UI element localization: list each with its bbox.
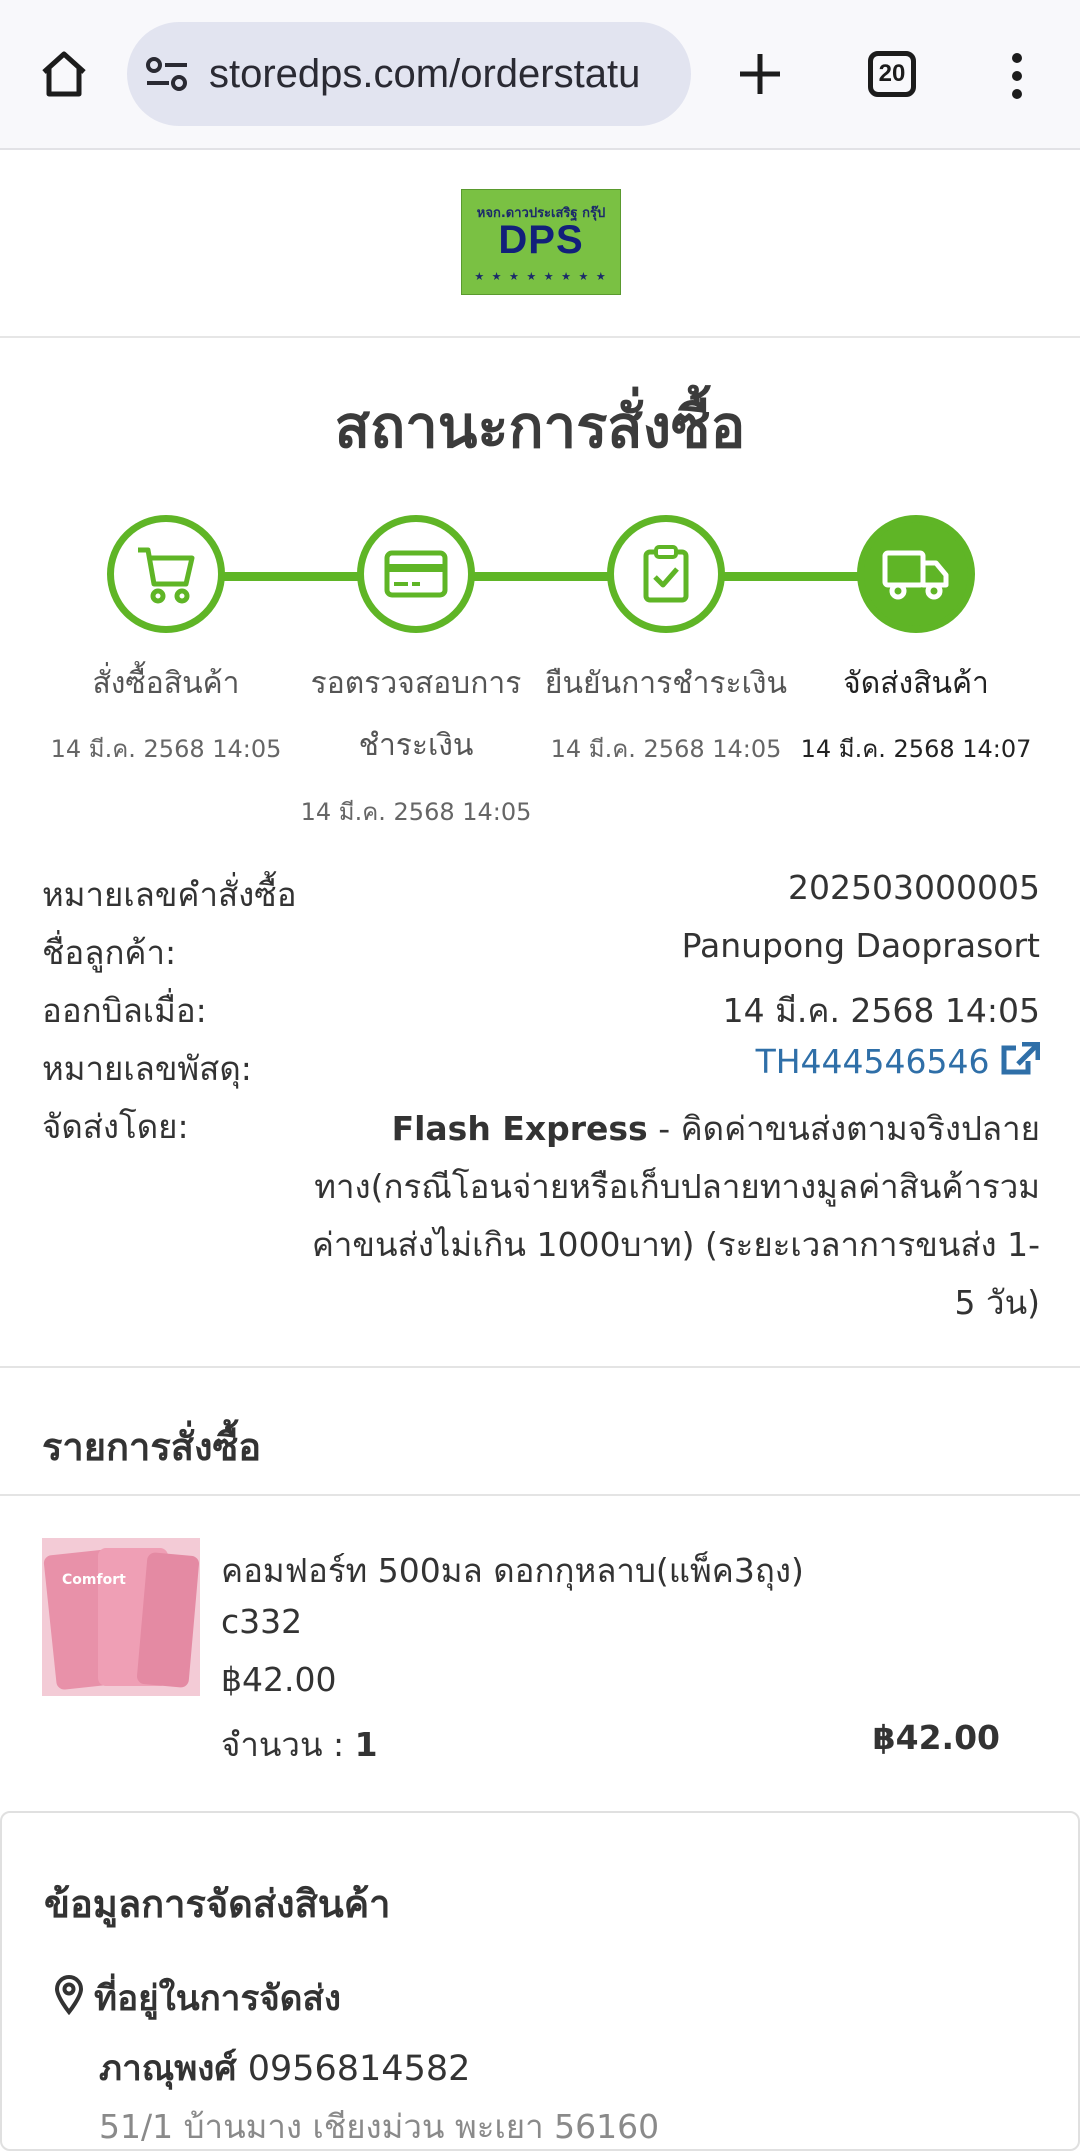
customer-label: ชื่อลูกค้า: [42,933,177,972]
product-image[interactable]: Comfort [42,1538,200,1696]
step-label-confirmed: ยืนยันการชำระเงิน [544,666,788,701]
divider [0,1366,1080,1368]
home-icon[interactable] [38,48,90,100]
shipping-method-text: Flash Express - คิดค่าขนส่งตามจริงปลาย ท… [311,1109,1040,1322]
external-link-icon[interactable] [1000,1041,1041,1076]
order-status-stepper: สั่งซื้อสินค้า 14 มี.ค. 2568 14:05 รอตรว… [0,515,1080,835]
address-title: ที่อยู่ในการจัดส่ง [94,1979,341,2019]
header: หจก.ดาวประเสริฐ กรุ๊ป DPS ★ ★ ★ ★ ★ ★ ★ … [0,152,1080,338]
shipping-info-title: ข้อมูลการจัดส่งสินค้า [44,1882,391,1926]
clipboard-check-icon [643,545,689,603]
step-label-ordered: สั่งซื้อสินค้า [92,666,240,701]
browser-toolbar: storedps.com/orderstatu 20 [0,0,1080,150]
order-number-label: หมายเลขคำสั่งซื้อ [42,875,297,914]
tracking-label: หมายเลขพัสดุ: [42,1049,252,1088]
divider [0,1494,1080,1496]
product-price: ฿42.00 [221,1660,337,1699]
recipient-name: ภาณุพงศ์ [99,2049,237,2089]
step-date-awaiting: 14 มี.ค. 2568 14:05 [300,798,532,826]
order-items-title: รายการสั่งซื้อ [42,1425,262,1469]
step-ordered [107,515,225,633]
store-logo[interactable]: หจก.ดาวประเสริฐ กรุ๊ป DPS ★ ★ ★ ★ ★ ★ ★ … [461,189,621,295]
shipping-info-card: ข้อมูลการจัดส่งสินค้า ที่อยู่ในการจัดส่ง… [0,1811,1080,2151]
more-menu-icon[interactable] [1007,52,1027,100]
page-title: สถานะการสั่งซื้อ [334,393,746,461]
order-number-value: 202503000005 [788,868,1040,907]
new-tab-icon[interactable] [734,48,786,100]
step-awaiting-payment [357,515,475,633]
recipient: ภาณุพงศ์ 0956814582 [99,2041,470,2096]
product-quantity: จำนวน : 1 [221,1725,378,1764]
step-payment-confirmed [607,515,725,633]
product-total: ฿42.00 [872,1718,1000,1757]
step-date-confirmed: 14 มี.ค. 2568 14:05 [550,735,782,763]
map-pin-icon [54,1975,84,2015]
recipient-phone: 0956814582 [236,2049,471,2089]
truck-icon [882,550,949,600]
tab-switcher-button[interactable]: 20 [868,51,916,97]
tracking-link[interactable]: TH444546546 [756,1041,1041,1081]
step-date-ordered: 14 มี.ค. 2568 14:05 [50,735,282,763]
product-name[interactable]: คอมฟอร์ท 500มล ดอกกุหลาบ(แพ็ค3ถุง) [221,1544,804,1597]
shipping-address: 51/1 บ้านมาง เชียงม่วน พะเยา 56160 [99,2107,660,2146]
step-label-shipped: จัดส่งสินค้า [843,666,989,701]
cart-icon [138,547,195,604]
url-text[interactable]: storedps.com/orderstatu [209,52,679,97]
site-settings-icon[interactable] [145,56,189,92]
address-bar[interactable]: storedps.com/orderstatu [127,22,691,126]
step-label-awaiting-1: รอตรวจสอบการ [310,666,522,701]
stepper-line [166,572,948,581]
customer-value: Panupong Daoprasort [681,926,1040,965]
tracking-number[interactable]: TH444546546 [756,1042,990,1081]
product-sku: c332 [221,1602,303,1641]
step-date-shipped: 14 มี.ค. 2568 14:07 [800,735,1032,763]
billed-value: 14 มี.ค. 2568 14:05 [722,991,1040,1030]
billed-label: ออกบิลเมื่อ: [42,991,207,1030]
step-shipped [857,515,975,633]
carrier-name: Flash Express [391,1109,648,1148]
credit-card-icon [384,550,448,598]
step-label-awaiting-2: ชำระเงิน [358,728,474,763]
shipped-by-label: จัดส่งโดย: [42,1107,189,1146]
